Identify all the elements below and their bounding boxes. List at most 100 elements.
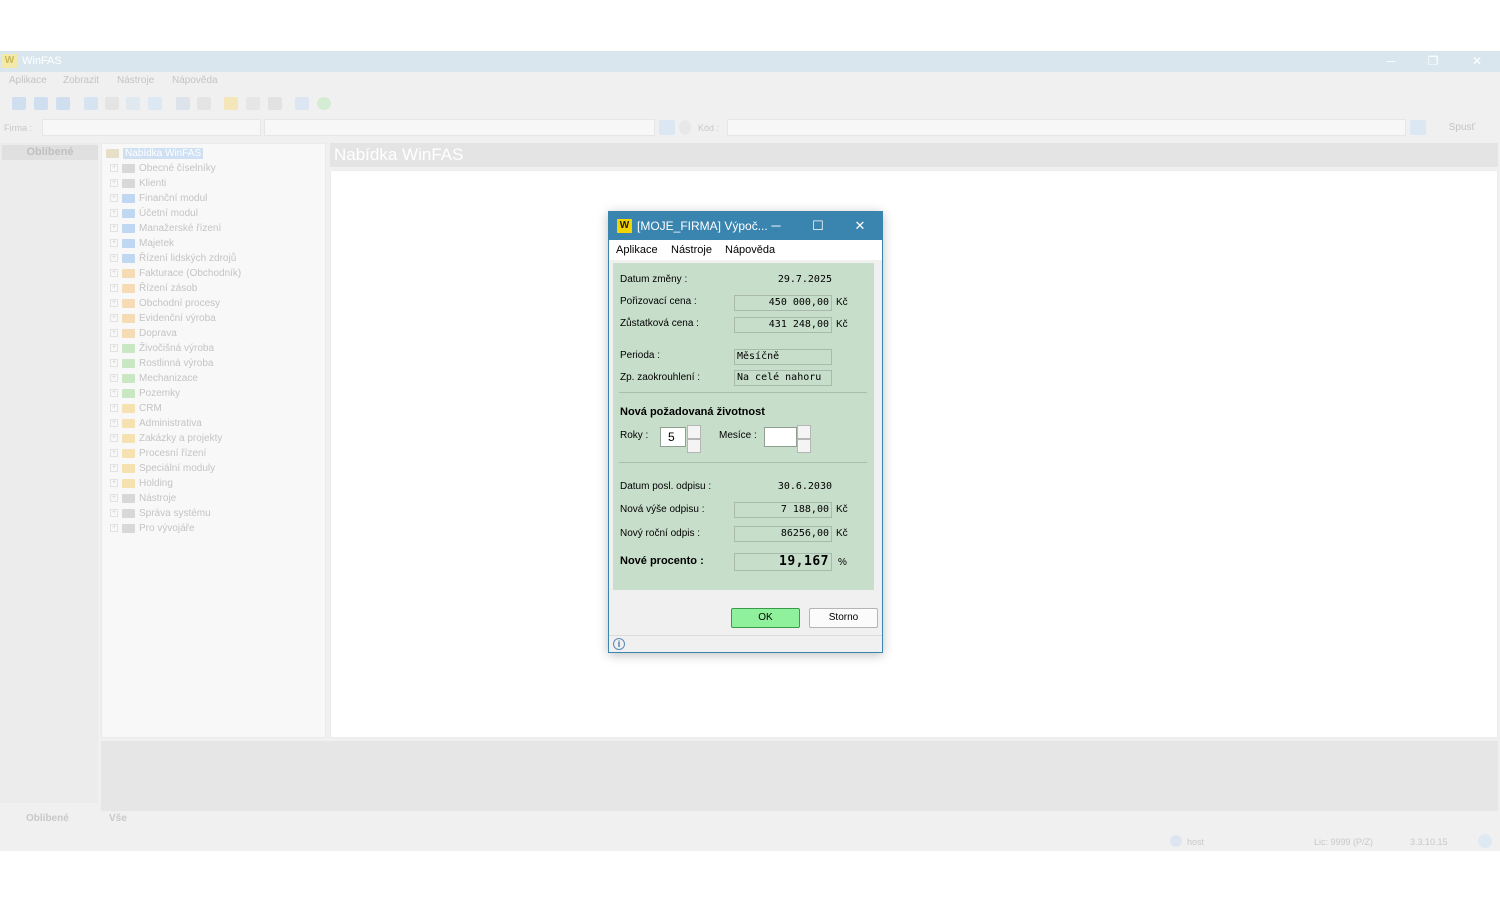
expand-icon[interactable]: + bbox=[110, 359, 118, 367]
expand-icon[interactable]: + bbox=[110, 404, 118, 412]
window-full-icon[interactable] bbox=[56, 97, 70, 110]
maximize-icon[interactable]: ☐ bbox=[805, 216, 831, 236]
tree-item[interactable]: + Rostlinná výroba bbox=[110, 356, 213, 370]
menu-napoveda[interactable]: Nápověda bbox=[725, 244, 775, 256]
expand-icon[interactable]: + bbox=[110, 479, 118, 487]
mesice-input[interactable] bbox=[764, 427, 797, 447]
tree-item[interactable]: + Správa systému bbox=[110, 506, 211, 520]
tree-item[interactable]: + Holding bbox=[110, 476, 173, 490]
folder-icon bbox=[122, 313, 135, 323]
storno-button[interactable]: Storno bbox=[809, 608, 878, 628]
expand-icon[interactable]: + bbox=[110, 179, 118, 187]
roky-spin-down[interactable] bbox=[687, 439, 701, 453]
monitor-icon[interactable] bbox=[295, 97, 309, 110]
tree-item[interactable]: + Obecné číselníky bbox=[110, 161, 216, 175]
tree-item[interactable]: + Speciální moduly bbox=[110, 461, 215, 475]
roky-input[interactable]: 5 bbox=[660, 427, 686, 447]
tree-item[interactable]: + Evidenční výroba bbox=[110, 311, 216, 325]
tree-item[interactable]: + Manažerské řízení bbox=[110, 221, 221, 235]
expand-icon[interactable]: + bbox=[110, 374, 118, 382]
tree-item-label: Správa systému bbox=[139, 507, 211, 519]
expand-icon[interactable]: + bbox=[110, 224, 118, 232]
expand-icon[interactable]: + bbox=[110, 284, 118, 292]
tree-item[interactable]: + Majetek bbox=[110, 236, 174, 250]
spust-button[interactable]: Spusť bbox=[1437, 119, 1487, 137]
firma-code-input[interactable] bbox=[42, 119, 261, 136]
expand-icon[interactable]: + bbox=[110, 389, 118, 397]
tree-item[interactable]: + Účetní modul bbox=[110, 206, 198, 220]
tab-oblibene[interactable]: Oblíbené bbox=[26, 813, 69, 824]
grid-icon[interactable] bbox=[197, 97, 211, 110]
tree-item[interactable]: + Řízení zásob bbox=[110, 281, 197, 295]
ok-button[interactable]: OK bbox=[731, 608, 800, 628]
expand-icon[interactable]: + bbox=[110, 254, 118, 262]
tree-item[interactable]: + Zakázky a projekty bbox=[110, 431, 222, 445]
expand-icon[interactable]: + bbox=[110, 194, 118, 202]
up-arrow-icon[interactable] bbox=[148, 97, 162, 110]
tree-item[interactable]: + Řízení lidských zdrojů bbox=[110, 251, 236, 265]
tree-item[interactable]: + Živočišná výroba bbox=[110, 341, 214, 355]
expand-icon[interactable]: + bbox=[110, 209, 118, 217]
restore-icon[interactable]: ❐ bbox=[1418, 53, 1448, 69]
expand-icon[interactable]: + bbox=[110, 464, 118, 472]
tree-item[interactable]: + Nástroje bbox=[110, 491, 176, 505]
expand-icon[interactable]: + bbox=[110, 449, 118, 457]
menu-aplikace[interactable]: Aplikace bbox=[616, 244, 658, 256]
roky-spin-up[interactable] bbox=[687, 425, 701, 439]
gear-icon[interactable] bbox=[268, 97, 282, 110]
expand-icon[interactable]: + bbox=[110, 314, 118, 322]
firma-name-input[interactable] bbox=[264, 119, 655, 136]
expand-icon[interactable]: + bbox=[110, 344, 118, 352]
back-arrow-icon[interactable] bbox=[84, 97, 98, 110]
mesice-spin-up[interactable] bbox=[797, 425, 811, 439]
kod-input[interactable] bbox=[727, 119, 1406, 136]
expand-icon[interactable]: + bbox=[110, 329, 118, 337]
tree-item[interactable]: + Klienti bbox=[110, 176, 166, 190]
expand-icon[interactable]: + bbox=[110, 494, 118, 502]
expand-icon[interactable]: + bbox=[110, 419, 118, 427]
info-icon[interactable]: i bbox=[613, 638, 625, 650]
expand-icon[interactable]: + bbox=[110, 524, 118, 532]
tree-item[interactable]: + Pro vývojáře bbox=[110, 521, 195, 535]
tree-item[interactable]: + Doprava bbox=[110, 326, 177, 340]
mesice-spin-down[interactable] bbox=[797, 439, 811, 453]
tree-item-label: Obchodní procesy bbox=[139, 297, 221, 309]
menu-zobrazit[interactable]: Zobrazit bbox=[63, 75, 99, 86]
sort-icon[interactable] bbox=[176, 97, 190, 110]
menu-aplikace[interactable]: Aplikace bbox=[9, 75, 47, 86]
window-split-icon[interactable] bbox=[34, 97, 48, 110]
tree-item[interactable]: + Mechanizace bbox=[110, 371, 198, 385]
window-layout-icon[interactable] bbox=[12, 97, 26, 110]
close-icon[interactable]: ✕ bbox=[1462, 53, 1492, 69]
copy-icon[interactable] bbox=[105, 97, 119, 110]
expand-icon[interactable]: + bbox=[110, 164, 118, 172]
tree-root[interactable]: Nabídka WinFAS bbox=[106, 146, 204, 160]
info-icon[interactable] bbox=[679, 120, 691, 135]
minimize-icon[interactable]: ─ bbox=[763, 216, 789, 236]
minimize-icon[interactable]: ─ bbox=[1376, 53, 1406, 69]
menu-nastroje[interactable]: Nástroje bbox=[117, 75, 154, 86]
main-statusbar: host Lic: 9999 (P/Z) 3.3.10.15 bbox=[0, 831, 1500, 851]
star-icon[interactable] bbox=[224, 97, 238, 110]
open-folder-icon[interactable] bbox=[1410, 120, 1426, 135]
tree-item[interactable]: + Procesní řízení bbox=[110, 446, 206, 460]
expand-icon[interactable]: + bbox=[110, 434, 118, 442]
tree-item[interactable]: + Administrativa bbox=[110, 416, 202, 430]
expand-icon[interactable]: + bbox=[110, 509, 118, 517]
tree-item[interactable]: + Finanční modul bbox=[110, 191, 207, 205]
menu-nastroje[interactable]: Nástroje bbox=[671, 244, 712, 256]
tree-item[interactable]: + Fakturace (Obchodník) bbox=[110, 266, 241, 280]
expand-icon[interactable]: + bbox=[110, 299, 118, 307]
menu-napoveda[interactable]: Nápověda bbox=[172, 75, 218, 86]
expand-icon[interactable]: + bbox=[110, 239, 118, 247]
open-folder-icon[interactable] bbox=[659, 120, 675, 135]
refresh-icon[interactable] bbox=[126, 97, 140, 110]
ruler-icon[interactable] bbox=[246, 97, 260, 110]
close-icon[interactable]: ✕ bbox=[847, 216, 873, 236]
tree-item[interactable]: + Obchodní procesy bbox=[110, 296, 220, 310]
expand-icon[interactable]: + bbox=[110, 269, 118, 277]
tab-vse[interactable]: Vše bbox=[109, 813, 127, 824]
help-icon[interactable] bbox=[317, 97, 331, 110]
tree-item[interactable]: + CRM bbox=[110, 401, 162, 415]
tree-item[interactable]: + Pozemky bbox=[110, 386, 180, 400]
